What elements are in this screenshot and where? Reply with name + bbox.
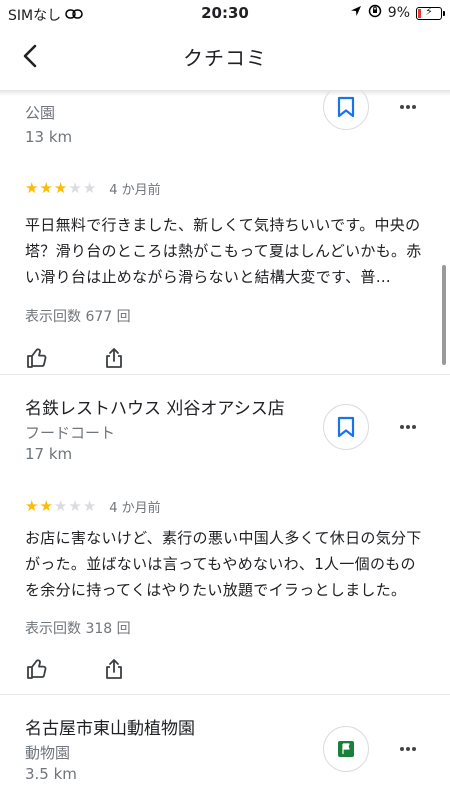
view-count: 表示回数 677 回 xyxy=(25,309,131,325)
location-arrow-icon xyxy=(350,5,362,21)
save-button[interactable] xyxy=(323,404,369,450)
rating-row: ★ ★ ★ ★ ★ 4 か月前 xyxy=(25,179,161,199)
status-right: 9% ⚡ xyxy=(350,4,445,22)
star-filled-icon: ★ xyxy=(53,179,68,197)
share-icon xyxy=(106,348,122,368)
more-options-button[interactable] xyxy=(396,95,420,119)
share-button[interactable] xyxy=(100,655,128,683)
scrollbar[interactable] xyxy=(442,265,446,365)
more-vert-icon xyxy=(400,105,416,109)
place-category: フードコート xyxy=(25,424,116,442)
star-empty-icon: ★ xyxy=(53,497,68,515)
star-filled-icon: ★ xyxy=(39,497,53,515)
save-button[interactable] xyxy=(323,726,369,772)
review-card: 名古屋市東山動植物園 動物園 3.5 km xyxy=(0,694,450,800)
save-button[interactable] xyxy=(323,90,369,130)
star-filled-icon: ★ xyxy=(25,179,39,197)
place-category: 公園 xyxy=(25,104,56,122)
more-options-button[interactable] xyxy=(396,737,420,761)
review-card: 公園 13 km ★ ★ ★ ★ ★ 4 か月前 平日無料で行きました、新しくて… xyxy=(0,90,450,374)
battery-percent: 9% xyxy=(387,5,410,21)
review-card: 名鉄レストハウス 刈谷オアシス店 フードコート 17 km ★ ★ ★ ★ ★ … xyxy=(0,374,450,694)
more-options-button[interactable] xyxy=(396,415,420,439)
flag-icon xyxy=(338,741,354,757)
thumbs-up-icon xyxy=(27,659,47,679)
header-shadow xyxy=(0,90,450,96)
review-time: 4 か月前 xyxy=(109,501,161,516)
more-vert-icon xyxy=(400,747,416,751)
star-empty-icon: ★ xyxy=(82,497,97,515)
review-time: 4 か月前 xyxy=(109,183,161,198)
review-text[interactable]: お店に害ないけど、素行の悪い中国人多くて休日の気分下がった。並ばないは言ってもや… xyxy=(25,525,425,603)
place-distance: 13 km xyxy=(25,128,73,146)
star-empty-icon: ★ xyxy=(68,497,82,515)
more-vert-icon xyxy=(400,425,416,429)
place-category: 動物園 xyxy=(25,744,71,762)
nav-bar: クチコミ xyxy=(0,28,450,86)
star-filled-icon: ★ xyxy=(39,179,53,197)
orientation-lock-icon xyxy=(368,4,382,22)
bookmark-icon xyxy=(337,96,355,118)
like-button[interactable] xyxy=(23,344,51,372)
review-text[interactable]: 平日無料で行きました、新しくて気持ちいいです。中央の塔？滑り台のところは熱がこも… xyxy=(25,212,425,290)
battery-icon: ⚡ xyxy=(416,5,445,20)
place-name[interactable]: 名鉄レストハウス 刈谷オアシス店 xyxy=(25,394,285,419)
rating-row: ★ ★ ★ ★ ★ 4 か月前 xyxy=(25,497,161,517)
share-icon xyxy=(106,659,122,679)
place-name[interactable]: 名古屋市東山動植物園 xyxy=(25,714,195,739)
share-button[interactable] xyxy=(100,344,128,372)
status-bar: SIMなし 20:30 9% ⚡ xyxy=(0,0,450,28)
review-list[interactable]: 公園 13 km ★ ★ ★ ★ ★ 4 か月前 平日無料で行きました、新しくて… xyxy=(0,90,450,800)
place-distance: 17 km xyxy=(25,445,73,463)
like-button[interactable] xyxy=(23,655,51,683)
view-count: 表示回数 318 回 xyxy=(25,621,131,637)
star-empty-icon: ★ xyxy=(82,179,97,197)
page-title: クチコミ xyxy=(183,46,267,70)
star-filled-icon: ★ xyxy=(25,497,39,515)
bookmark-icon xyxy=(337,416,355,438)
star-empty-icon: ★ xyxy=(68,179,82,197)
place-distance: 3.5 km xyxy=(25,765,77,783)
thumbs-up-icon xyxy=(27,348,47,368)
